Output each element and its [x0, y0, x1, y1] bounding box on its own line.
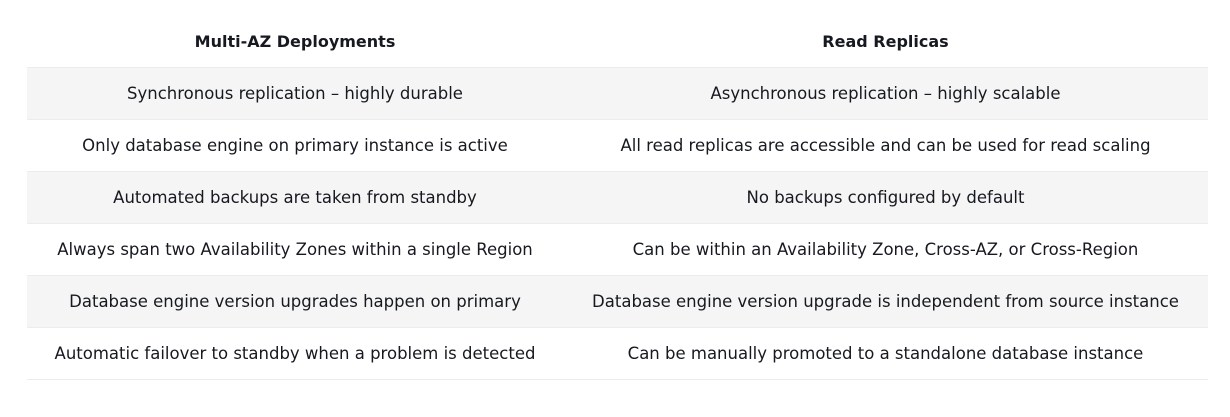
- table-row: Only database engine on primary instance…: [27, 119, 1208, 172]
- multi-az-cell: Automated backups are taken from standby: [27, 171, 563, 224]
- comparison-table: Multi-AZ Deployments Read Replicas Synch…: [27, 16, 1208, 380]
- read-replicas-cell: Asynchronous replication – highly scalab…: [563, 67, 1208, 120]
- header-read-replicas: Read Replicas: [563, 16, 1208, 68]
- multi-az-cell: Always span two Availability Zones withi…: [27, 223, 563, 276]
- multi-az-cell: Database engine version upgrades happen …: [27, 275, 563, 328]
- table-row: Always span two Availability Zones withi…: [27, 223, 1208, 276]
- table-header-row: Multi-AZ Deployments Read Replicas: [27, 16, 1208, 68]
- table-row: Database engine version upgrades happen …: [27, 275, 1208, 328]
- multi-az-cell: Automatic failover to standby when a pro…: [27, 327, 563, 380]
- multi-az-cell: Synchronous replication – highly durable: [27, 67, 563, 120]
- multi-az-cell: Only database engine on primary instance…: [27, 119, 563, 172]
- comparison-table-container: Multi-AZ Deployments Read Replicas Synch…: [27, 16, 1208, 380]
- read-replicas-cell: All read replicas are accessible and can…: [563, 119, 1208, 172]
- table-row: Automatic failover to standby when a pro…: [27, 327, 1208, 380]
- header-multi-az: Multi-AZ Deployments: [27, 16, 563, 68]
- read-replicas-cell: Can be within an Availability Zone, Cros…: [563, 223, 1208, 276]
- read-replicas-cell: No backups configured by default: [563, 171, 1208, 224]
- read-replicas-cell: Database engine version upgrade is indep…: [563, 275, 1208, 328]
- table-row: Synchronous replication – highly durable…: [27, 67, 1208, 120]
- read-replicas-cell: Can be manually promoted to a standalone…: [563, 327, 1208, 380]
- table-row: Automated backups are taken from standby…: [27, 171, 1208, 224]
